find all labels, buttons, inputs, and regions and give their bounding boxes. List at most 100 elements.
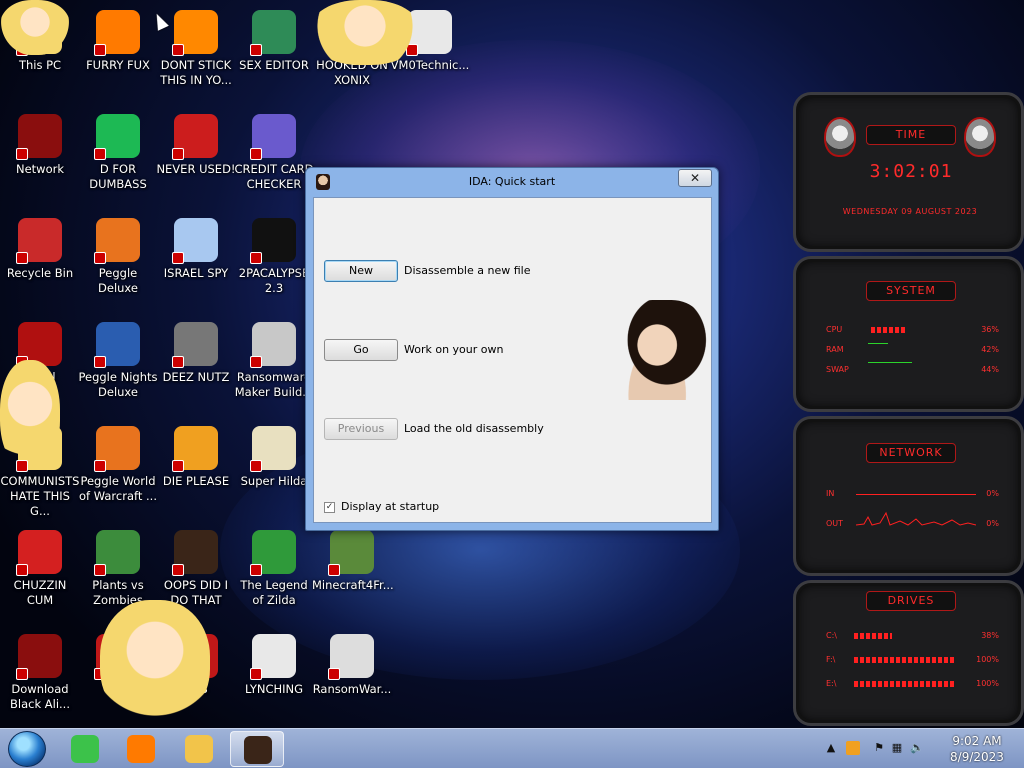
recycle-bin-icon — [16, 218, 62, 264]
clock-date: 8/9/2023 — [950, 750, 1004, 764]
network-out-label: OUT — [826, 519, 844, 528]
peggle-nights-icon — [94, 322, 140, 368]
taskbar-app-button[interactable] — [230, 731, 284, 767]
spotify-icon — [94, 114, 140, 160]
dialog-title: IDA: Quick start — [468, 175, 556, 188]
desktop-icon[interactable]: CHUZZIN CUM — [0, 520, 80, 620]
desktop-icon[interactable]: Peggle Nights Deluxe — [78, 312, 158, 412]
character-sprite — [100, 600, 210, 725]
close-button[interactable]: ✕ — [678, 169, 712, 187]
system-gadget: SYSTEM CPU 36% RAM 42% SWAP 44% — [793, 256, 1024, 412]
desktop-icon[interactable]: Download Black Ali... — [0, 624, 80, 724]
card-icon — [250, 114, 296, 160]
drive-label: E:\ — [826, 679, 837, 688]
system-row-label: CPU — [826, 325, 843, 334]
overlay-badge-icon — [94, 564, 106, 576]
overlay-badge-icon — [172, 460, 184, 472]
desktop-icon[interactable]: NEVER USED! — [156, 104, 236, 204]
desktop-icon[interactable]: Peggle Deluxe — [78, 208, 158, 308]
character-sprite — [0, 0, 70, 55]
action-center-flag-icon[interactable]: ⚑ — [872, 741, 886, 755]
system-row-label: RAM — [826, 345, 844, 354]
new-button[interactable]: New — [324, 260, 398, 282]
previous-button[interactable]: Previous — [324, 418, 398, 440]
desktop-icon[interactable]: Network — [0, 104, 80, 204]
network-in-label: IN — [826, 489, 835, 498]
desktop-icon[interactable]: CREDIT CARD CHECKER — [234, 104, 314, 204]
overlay-badge-icon — [328, 668, 340, 680]
taskbar-app-button[interactable] — [172, 731, 226, 767]
previous-description: Load the old disassembly — [404, 422, 544, 435]
time-gadget: TIME 3:02:01 Wednesday 09 August 2023 — [793, 92, 1024, 252]
overlay-badge-icon — [250, 356, 262, 368]
desktop-icon-label: The Legend of Zilda — [240, 578, 308, 607]
taskbar-app-button[interactable] — [58, 731, 112, 767]
start-button[interactable] — [8, 731, 46, 767]
system-row-label: SWAP — [826, 365, 849, 374]
desktop-icon-label: DIE PLEASE — [162, 474, 230, 488]
desktop-icon-label: Peggle Nights Deluxe — [78, 370, 158, 399]
show-hidden-icons-chevron-icon[interactable]: ▲ — [824, 741, 838, 755]
desktop-icon[interactable]: LYNCHING — [234, 624, 314, 724]
overlay-badge-icon — [250, 44, 262, 56]
desktop-icon[interactable]: Peggle World of Warcraft ... — [78, 416, 158, 516]
alien-download-icon — [16, 634, 62, 680]
desktop-icon[interactable]: DONT STICK THIS IN YO... — [156, 0, 236, 100]
desktop-icon-label: DEEZ NUTZ — [162, 370, 230, 384]
file-explorer-icon — [185, 735, 213, 763]
desktop-icon-label: Recycle Bin — [6, 266, 74, 280]
desktop-icon[interactable]: The Legend of Zilda — [234, 520, 314, 620]
overlay-badge-icon — [250, 564, 262, 576]
overlay-badge-icon — [94, 460, 106, 472]
pvz-icon — [94, 530, 140, 576]
overlay-badge-icon — [172, 252, 184, 264]
desktop-icon[interactable]: ISRAEL SPY — [156, 208, 236, 308]
network-gadget: NETWORK IN 0% OUT 0% — [793, 416, 1024, 576]
dialog-titlebar[interactable]: IDA: Quick start ✕ — [306, 168, 718, 196]
desktop-icon-label: Peggle Deluxe — [98, 266, 138, 295]
desktop-icon[interactable]: D FOR DUMBASS — [78, 104, 158, 204]
ram-graph-line — [868, 343, 888, 344]
tray-app-icon[interactable] — [846, 741, 860, 755]
network-status-icon[interactable]: ▦ — [890, 741, 904, 755]
go-button[interactable]: Go — [324, 339, 398, 361]
overlay-badge-icon — [250, 460, 262, 472]
gadget-date: Wednesday 09 August 2023 — [842, 207, 978, 216]
desktop-icon-label: Network — [15, 162, 65, 176]
firefox-icon — [94, 10, 140, 56]
character-sprite — [0, 360, 60, 470]
chuzzle-icon — [16, 530, 62, 576]
overlay-badge-icon — [16, 668, 28, 680]
volume-icon[interactable]: 🔈 — [910, 741, 924, 755]
overlay-badge-icon — [94, 44, 106, 56]
network-out-value: 0% — [986, 519, 999, 528]
desktop-icon[interactable]: Super Hilda — [234, 416, 314, 516]
taskbar-app-button[interactable] — [114, 731, 168, 767]
portrait-icon — [172, 530, 218, 576]
desktop-icon[interactable]: SEX EDITOR — [234, 0, 314, 100]
drive-usage-bar — [854, 657, 954, 663]
new-description: Disassemble a new file — [404, 264, 531, 277]
vlc-icon — [172, 10, 218, 56]
desktop-icon-label: D FOR DUMBASS — [89, 162, 147, 191]
drive-usage-bar — [854, 681, 954, 687]
overlay-badge-icon — [16, 252, 28, 264]
display-at-startup-checkbox[interactable]: ✓ — [324, 502, 335, 513]
desktop-icon-label: Super Hilda — [240, 474, 308, 488]
overlay-badge-icon — [94, 252, 106, 264]
system-tray: ▲ ⚑ ▦ 🔈 9:02 AM 8/9/2023 — [814, 729, 1024, 768]
desktop-icon-label: RansomWar... — [312, 682, 392, 696]
system-row-value: 36% — [981, 325, 999, 334]
desktop-icon[interactable]: Minecraft4Fr... — [312, 520, 394, 620]
overlay-badge-icon — [94, 356, 106, 368]
desktop-icon[interactable]: DEEZ NUTZ — [156, 312, 236, 412]
desktop-icon[interactable]: RansomWar... — [312, 624, 392, 724]
desktop-icon[interactable]: Recycle Bin — [0, 208, 80, 308]
desktop-icon[interactable]: 2PACALYPSE 2.3 — [234, 208, 314, 308]
desktop-icon[interactable]: DIE PLEASE — [156, 416, 236, 516]
drive-usage-value: 100% — [976, 655, 999, 664]
taskbar-clock[interactable]: 9:02 AM 8/9/2023 — [942, 733, 1012, 765]
desktop-icon[interactable]: FURRY FUX — [78, 0, 158, 100]
de-icon — [172, 426, 218, 472]
desktop-icon[interactable]: Ransomware Maker Build... — [234, 312, 314, 412]
